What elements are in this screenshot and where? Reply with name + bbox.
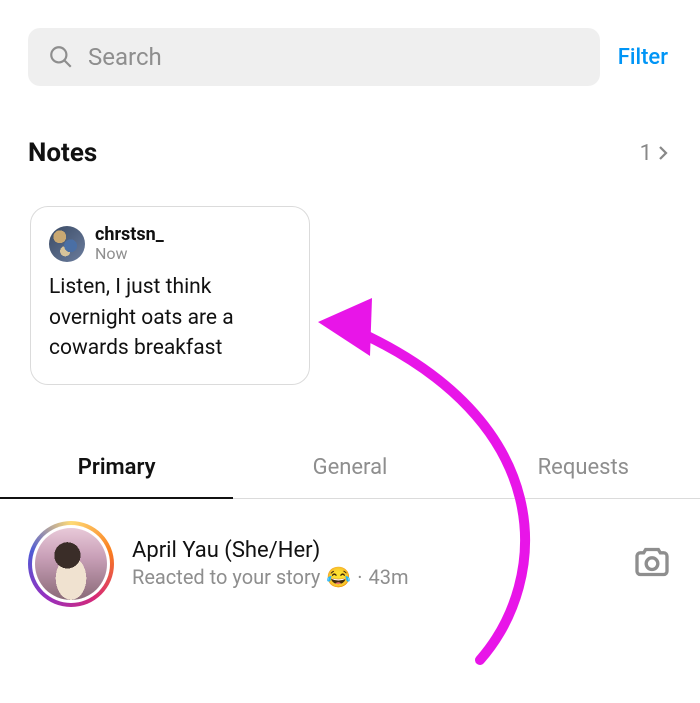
note-card[interactable]: chrstsn_ Now Listen, I just think overni… xyxy=(30,206,310,385)
story-ring[interactable] xyxy=(28,521,114,607)
notes-count-link[interactable]: 1 xyxy=(640,141,672,166)
avatar xyxy=(49,226,85,262)
search-icon xyxy=(48,44,74,70)
dm-reaction-text: Reacted to your story xyxy=(132,565,320,589)
camera-icon xyxy=(632,542,672,582)
notes-header: Notes 1 xyxy=(0,86,700,168)
avatar xyxy=(35,528,107,600)
search-placeholder: Search xyxy=(88,43,162,71)
note-time: Now xyxy=(95,245,164,263)
chevron-right-icon xyxy=(654,144,672,162)
notes-count: 1 xyxy=(640,141,652,166)
story-ring-inner xyxy=(32,525,110,603)
note-username: chrstsn_ xyxy=(95,225,164,245)
dm-time: 43m xyxy=(369,565,409,589)
note-card-header: chrstsn_ Now xyxy=(49,225,291,262)
tab-requests[interactable]: Requests xyxy=(467,439,700,498)
camera-button[interactable] xyxy=(632,542,672,586)
dm-row[interactable]: April Yau (She/Her) Reacted to your stor… xyxy=(0,499,700,607)
dm-text: April Yau (She/Her) Reacted to your stor… xyxy=(132,538,614,589)
inbox-tabs: Primary General Requests xyxy=(0,439,700,499)
notes-title: Notes xyxy=(28,138,97,168)
search-input[interactable]: Search xyxy=(28,28,600,86)
dm-subtitle: Reacted to your story 😂 · 43m xyxy=(132,565,614,589)
laugh-emoji-icon: 😂 xyxy=(326,565,351,589)
tab-general[interactable]: General xyxy=(233,439,466,498)
dm-name: April Yau (She/Her) xyxy=(132,538,614,563)
top-bar: Search Filter xyxy=(0,0,700,86)
filter-link[interactable]: Filter xyxy=(618,45,672,70)
note-body: Listen, I just think overnight oats are … xyxy=(49,272,291,363)
tab-primary[interactable]: Primary xyxy=(0,439,233,498)
dm-sep: · xyxy=(357,565,362,589)
